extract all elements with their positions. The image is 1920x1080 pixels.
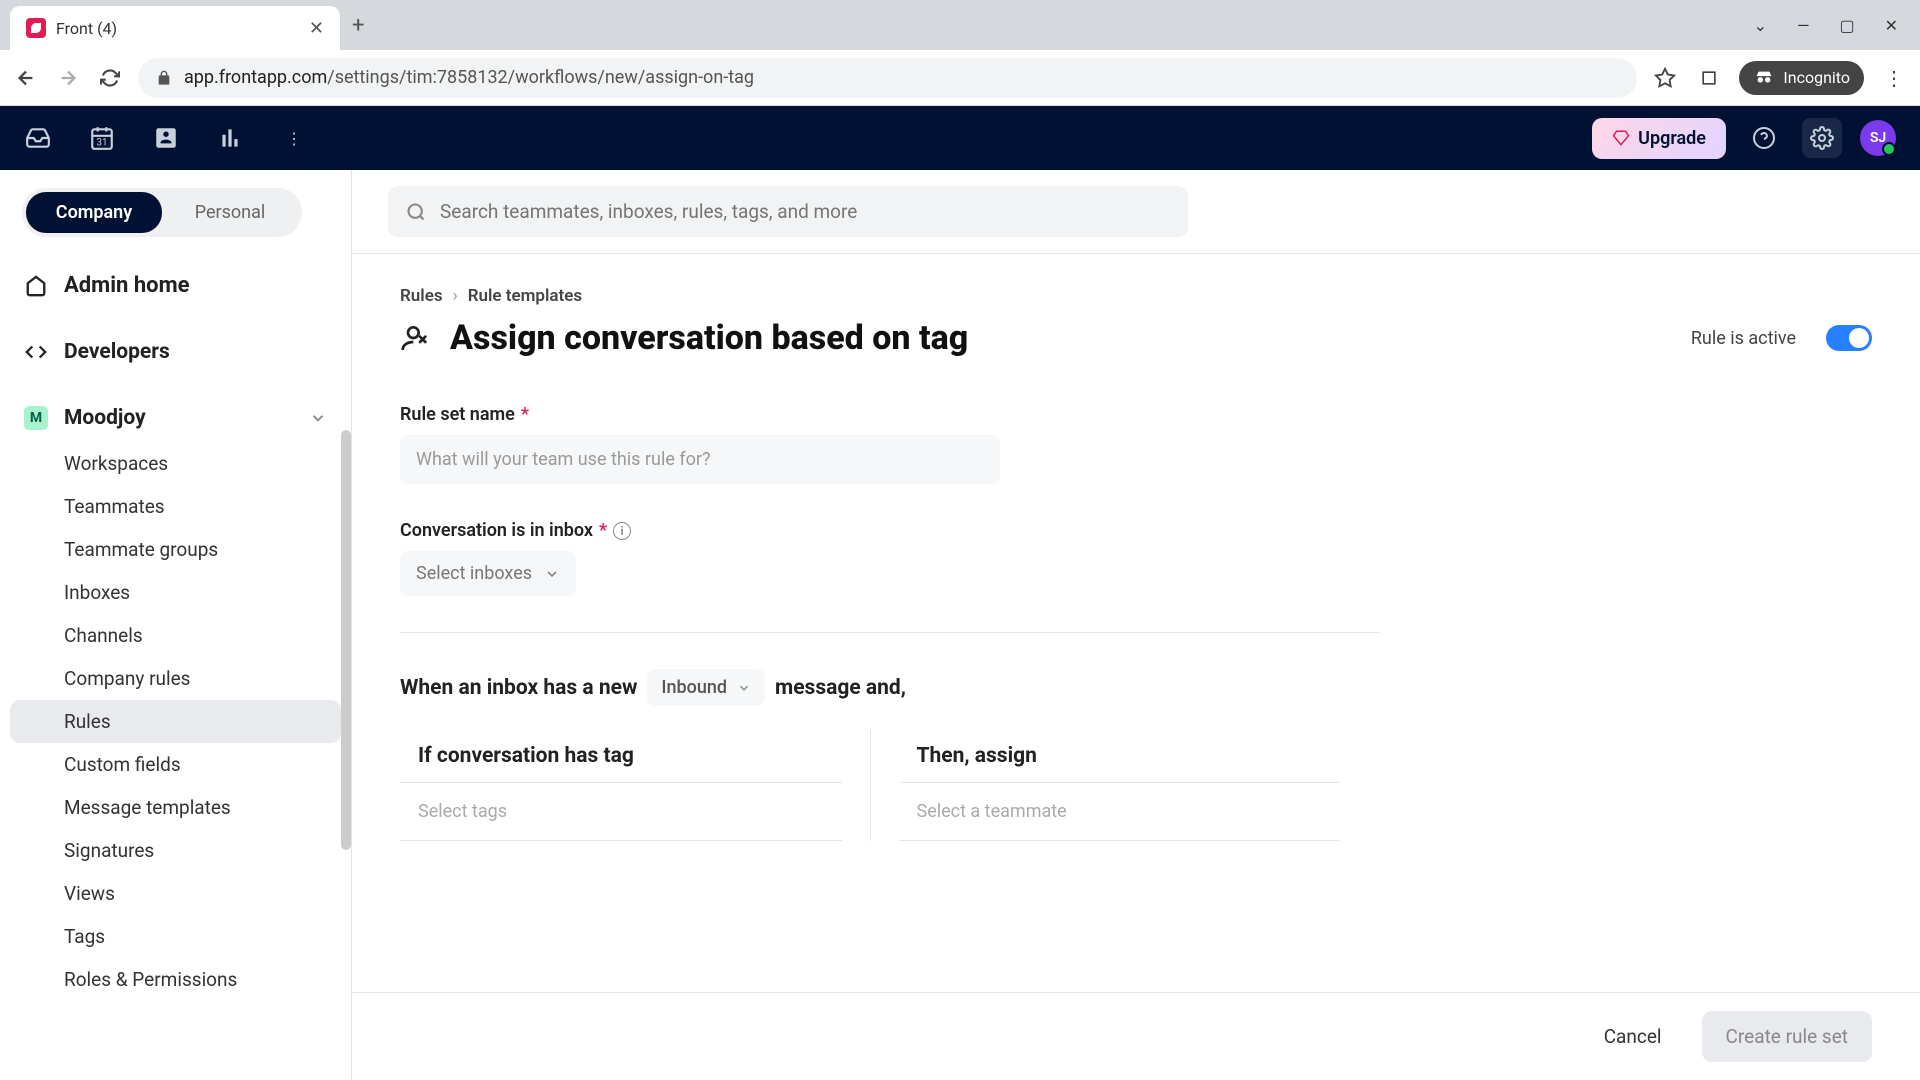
sidebar-subitem[interactable]: Workspaces	[10, 442, 341, 485]
home-icon	[24, 274, 48, 298]
more-icon[interactable]: ⋮	[280, 124, 308, 152]
sidebar-admin-home[interactable]: Admin home	[10, 261, 341, 310]
sidebar-subitem[interactable]: Rules	[10, 700, 341, 743]
analytics-icon[interactable]	[216, 124, 244, 152]
incognito-label: Incognito	[1783, 68, 1850, 87]
scrollbar-thumb[interactable]	[341, 430, 351, 850]
close-window-icon[interactable]: ✕	[1885, 16, 1898, 35]
chevron-down-icon	[544, 566, 560, 582]
maximize-icon[interactable]: ▢	[1839, 16, 1854, 35]
required-indicator: *	[521, 404, 529, 425]
create-rule-button[interactable]: Create rule set	[1702, 1011, 1872, 1062]
minimize-icon[interactable]: —	[1797, 16, 1810, 35]
search-icon	[406, 202, 426, 222]
sidebar-subitem[interactable]: Teammates	[10, 485, 341, 528]
page-title: Assign conversation based on tag	[450, 318, 1673, 358]
inbox-select[interactable]: Select inboxes	[400, 551, 576, 596]
reload-button[interactable]	[96, 64, 124, 92]
sidebar-subitem[interactable]: Inboxes	[10, 571, 341, 614]
code-icon	[24, 340, 48, 364]
breadcrumb-templates[interactable]: Rule templates	[468, 286, 582, 306]
chevron-down-icon	[309, 409, 327, 427]
rule-active-toggle[interactable]	[1826, 325, 1872, 351]
assign-icon	[400, 322, 432, 354]
sidebar-subitem[interactable]: Tags	[10, 915, 341, 958]
chevron-down-icon[interactable]: ⌄	[1754, 16, 1767, 35]
avatar-initials: SJ	[1870, 130, 1886, 146]
forward-button[interactable]	[54, 64, 82, 92]
search-box[interactable]	[388, 186, 1188, 237]
sidebar-subitem[interactable]: Custom fields	[10, 743, 341, 786]
extensions-icon[interactable]	[1695, 64, 1723, 92]
inbox-icon[interactable]	[24, 124, 52, 152]
then-header: Then, assign	[899, 730, 1341, 783]
tab-title: Front (4)	[56, 19, 299, 38]
if-header: If conversation has tag	[400, 730, 842, 783]
incognito-badge[interactable]: Incognito	[1739, 61, 1864, 95]
browser-tab[interactable]: Front (4) ✕	[10, 6, 340, 50]
team-badge: M	[24, 406, 48, 430]
rule-name-label: Rule set name	[400, 404, 515, 425]
avatar[interactable]: SJ	[1860, 120, 1896, 156]
sidebar-subitem[interactable]: Teammate groups	[10, 528, 341, 571]
select-teammate-cell[interactable]: Select a teammate	[899, 783, 1341, 841]
incognito-icon	[1753, 67, 1775, 89]
contacts-icon[interactable]	[152, 124, 180, 152]
sidebar: Company Personal Admin home Developers M…	[0, 170, 352, 1080]
lock-icon	[156, 70, 172, 86]
sidebar-subitem[interactable]: Message templates	[10, 786, 341, 829]
upgrade-label: Upgrade	[1638, 128, 1706, 149]
sidebar-subitem[interactable]: Company rules	[10, 657, 341, 700]
direction-select[interactable]: Inbound	[647, 669, 765, 706]
select-tags-cell[interactable]: Select tags	[400, 783, 842, 841]
new-tab-button[interactable]: +	[352, 13, 364, 38]
browser-tab-bar: Front (4) ✕ + ⌄ — ▢ ✕	[0, 0, 1920, 50]
when-clause: When an inbox has a new Inbound message …	[400, 669, 1872, 706]
address-bar[interactable]: app.frontapp.com/settings/tim:7858132/wo…	[138, 58, 1637, 98]
inbox-label: Conversation is in inbox	[400, 520, 593, 541]
sidebar-developers[interactable]: Developers	[10, 328, 341, 376]
footer-bar: Cancel Create rule set	[352, 992, 1920, 1080]
chevron-down-icon	[737, 681, 751, 695]
svg-text:31: 31	[97, 138, 108, 149]
cancel-button[interactable]: Cancel	[1580, 1011, 1686, 1062]
upgrade-button[interactable]: Upgrade	[1592, 118, 1726, 159]
sidebar-subitem[interactable]: Channels	[10, 614, 341, 657]
required-indicator: *	[599, 520, 607, 541]
url-text: app.frontapp.com/settings/tim:7858132/wo…	[184, 67, 754, 88]
favicon-icon	[26, 18, 46, 38]
sidebar-subitem[interactable]: Signatures	[10, 829, 341, 872]
help-icon[interactable]	[1744, 118, 1784, 158]
search-input[interactable]	[440, 200, 1170, 223]
breadcrumb-rules[interactable]: Rules	[400, 286, 443, 306]
calendar-icon[interactable]: 31	[88, 124, 116, 152]
gem-icon	[1612, 129, 1630, 147]
scope-personal[interactable]: Personal	[162, 192, 298, 233]
sidebar-subitem[interactable]: Roles & Permissions	[10, 958, 341, 1001]
back-button[interactable]	[12, 64, 40, 92]
breadcrumb: Rules › Rule templates	[400, 286, 1872, 306]
tab-close-icon[interactable]: ✕	[309, 18, 324, 39]
chevron-right-icon: ›	[453, 286, 458, 306]
scope-company[interactable]: Company	[26, 192, 162, 233]
sidebar-subitem[interactable]: Views	[10, 872, 341, 915]
app-header: 31 ⋮ Upgrade SJ	[0, 106, 1920, 170]
scope-toggle: Company Personal	[22, 188, 302, 237]
rule-name-input[interactable]	[400, 435, 1000, 484]
settings-icon[interactable]	[1802, 118, 1842, 158]
bookmark-icon[interactable]	[1651, 64, 1679, 92]
browser-menu-icon[interactable]: ⋮	[1880, 64, 1908, 92]
toggle-label: Rule is active	[1691, 328, 1796, 349]
info-icon[interactable]: i	[613, 522, 631, 540]
sidebar-team[interactable]: M Moodjoy	[10, 394, 341, 442]
